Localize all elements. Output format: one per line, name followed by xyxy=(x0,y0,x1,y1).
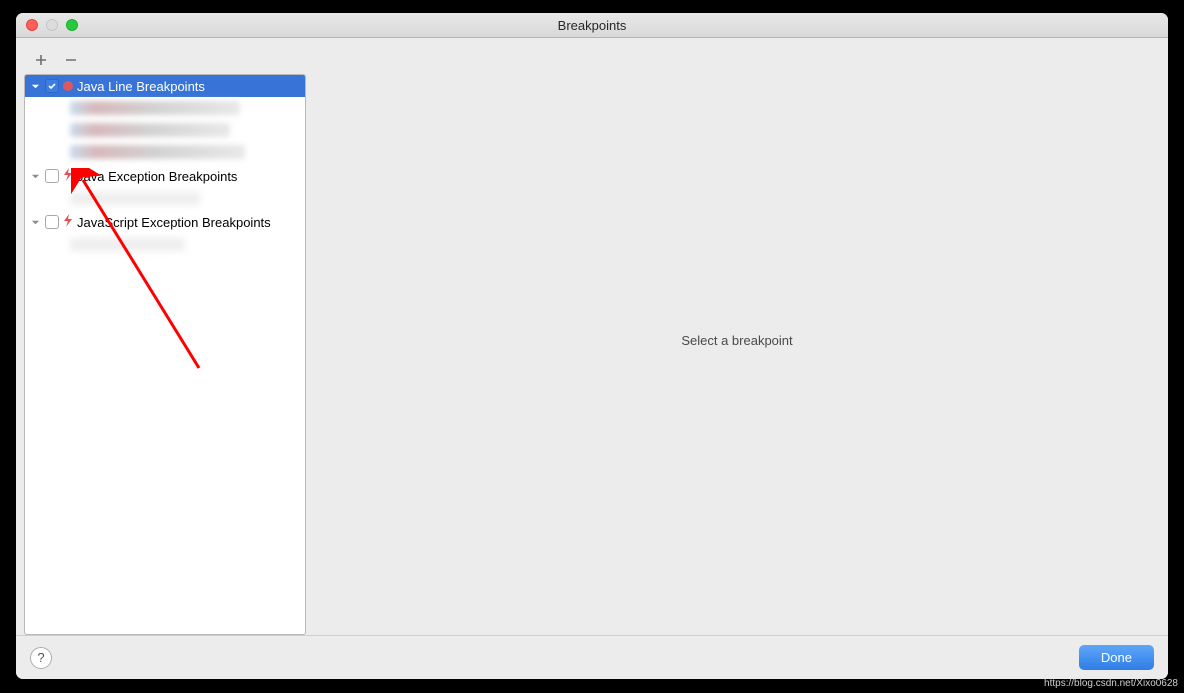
breakpoint-item[interactable] xyxy=(70,187,305,209)
tree-category-java-line[interactable]: Java Line Breakpoints xyxy=(25,75,305,97)
exception-lightning-icon xyxy=(63,214,73,230)
maximize-window-button[interactable] xyxy=(66,19,78,31)
category-checkbox[interactable] xyxy=(45,79,59,93)
window-controls xyxy=(16,19,78,31)
category-checkbox[interactable] xyxy=(45,169,59,183)
watermark-text: https://blog.csdn.net/Xixo0628 xyxy=(1044,678,1178,689)
bottom-bar: ? Done xyxy=(16,635,1168,679)
plus-icon xyxy=(34,53,48,67)
breakpoint-item[interactable] xyxy=(70,141,305,163)
category-label: Java Line Breakpoints xyxy=(77,79,205,94)
content-area: Java Line Breakpoints xyxy=(16,38,1168,635)
breakpoint-tree-panel: Java Line Breakpoints xyxy=(24,46,306,635)
breakpoint-circle-icon xyxy=(63,81,73,91)
disclosure-triangle-icon[interactable] xyxy=(29,80,41,92)
window-title: Breakpoints xyxy=(16,18,1168,33)
category-label: Java Exception Breakpoints xyxy=(77,169,237,184)
minus-icon xyxy=(64,53,78,67)
titlebar[interactable]: Breakpoints xyxy=(16,13,1168,38)
breakpoint-item[interactable] xyxy=(70,119,305,141)
exception-lightning-icon xyxy=(63,168,73,184)
help-button[interactable]: ? xyxy=(30,647,52,669)
minimize-window-button[interactable] xyxy=(46,19,58,31)
breakpoint-item[interactable] xyxy=(70,233,305,255)
tree-category-js-exception[interactable]: JavaScript Exception Breakpoints xyxy=(25,211,305,233)
breakpoints-dialog: Breakpoints xyxy=(16,13,1168,679)
help-icon: ? xyxy=(37,650,44,665)
tree-toolbar xyxy=(24,46,306,74)
disclosure-triangle-icon[interactable] xyxy=(29,216,41,228)
disclosure-triangle-icon[interactable] xyxy=(29,170,41,182)
close-window-button[interactable] xyxy=(26,19,38,31)
dialog-body: Java Line Breakpoints xyxy=(16,38,1168,679)
add-breakpoint-button[interactable] xyxy=(32,51,50,69)
category-label: JavaScript Exception Breakpoints xyxy=(77,215,271,230)
tree-category-java-exception[interactable]: Java Exception Breakpoints xyxy=(25,165,305,187)
remove-breakpoint-button[interactable] xyxy=(62,51,80,69)
category-checkbox[interactable] xyxy=(45,215,59,229)
breakpoint-item[interactable] xyxy=(70,97,305,119)
detail-panel: Select a breakpoint xyxy=(306,46,1168,635)
done-label: Done xyxy=(1101,650,1132,665)
done-button[interactable]: Done xyxy=(1079,645,1154,670)
breakpoint-tree[interactable]: Java Line Breakpoints xyxy=(24,74,306,635)
placeholder-text: Select a breakpoint xyxy=(681,333,792,348)
